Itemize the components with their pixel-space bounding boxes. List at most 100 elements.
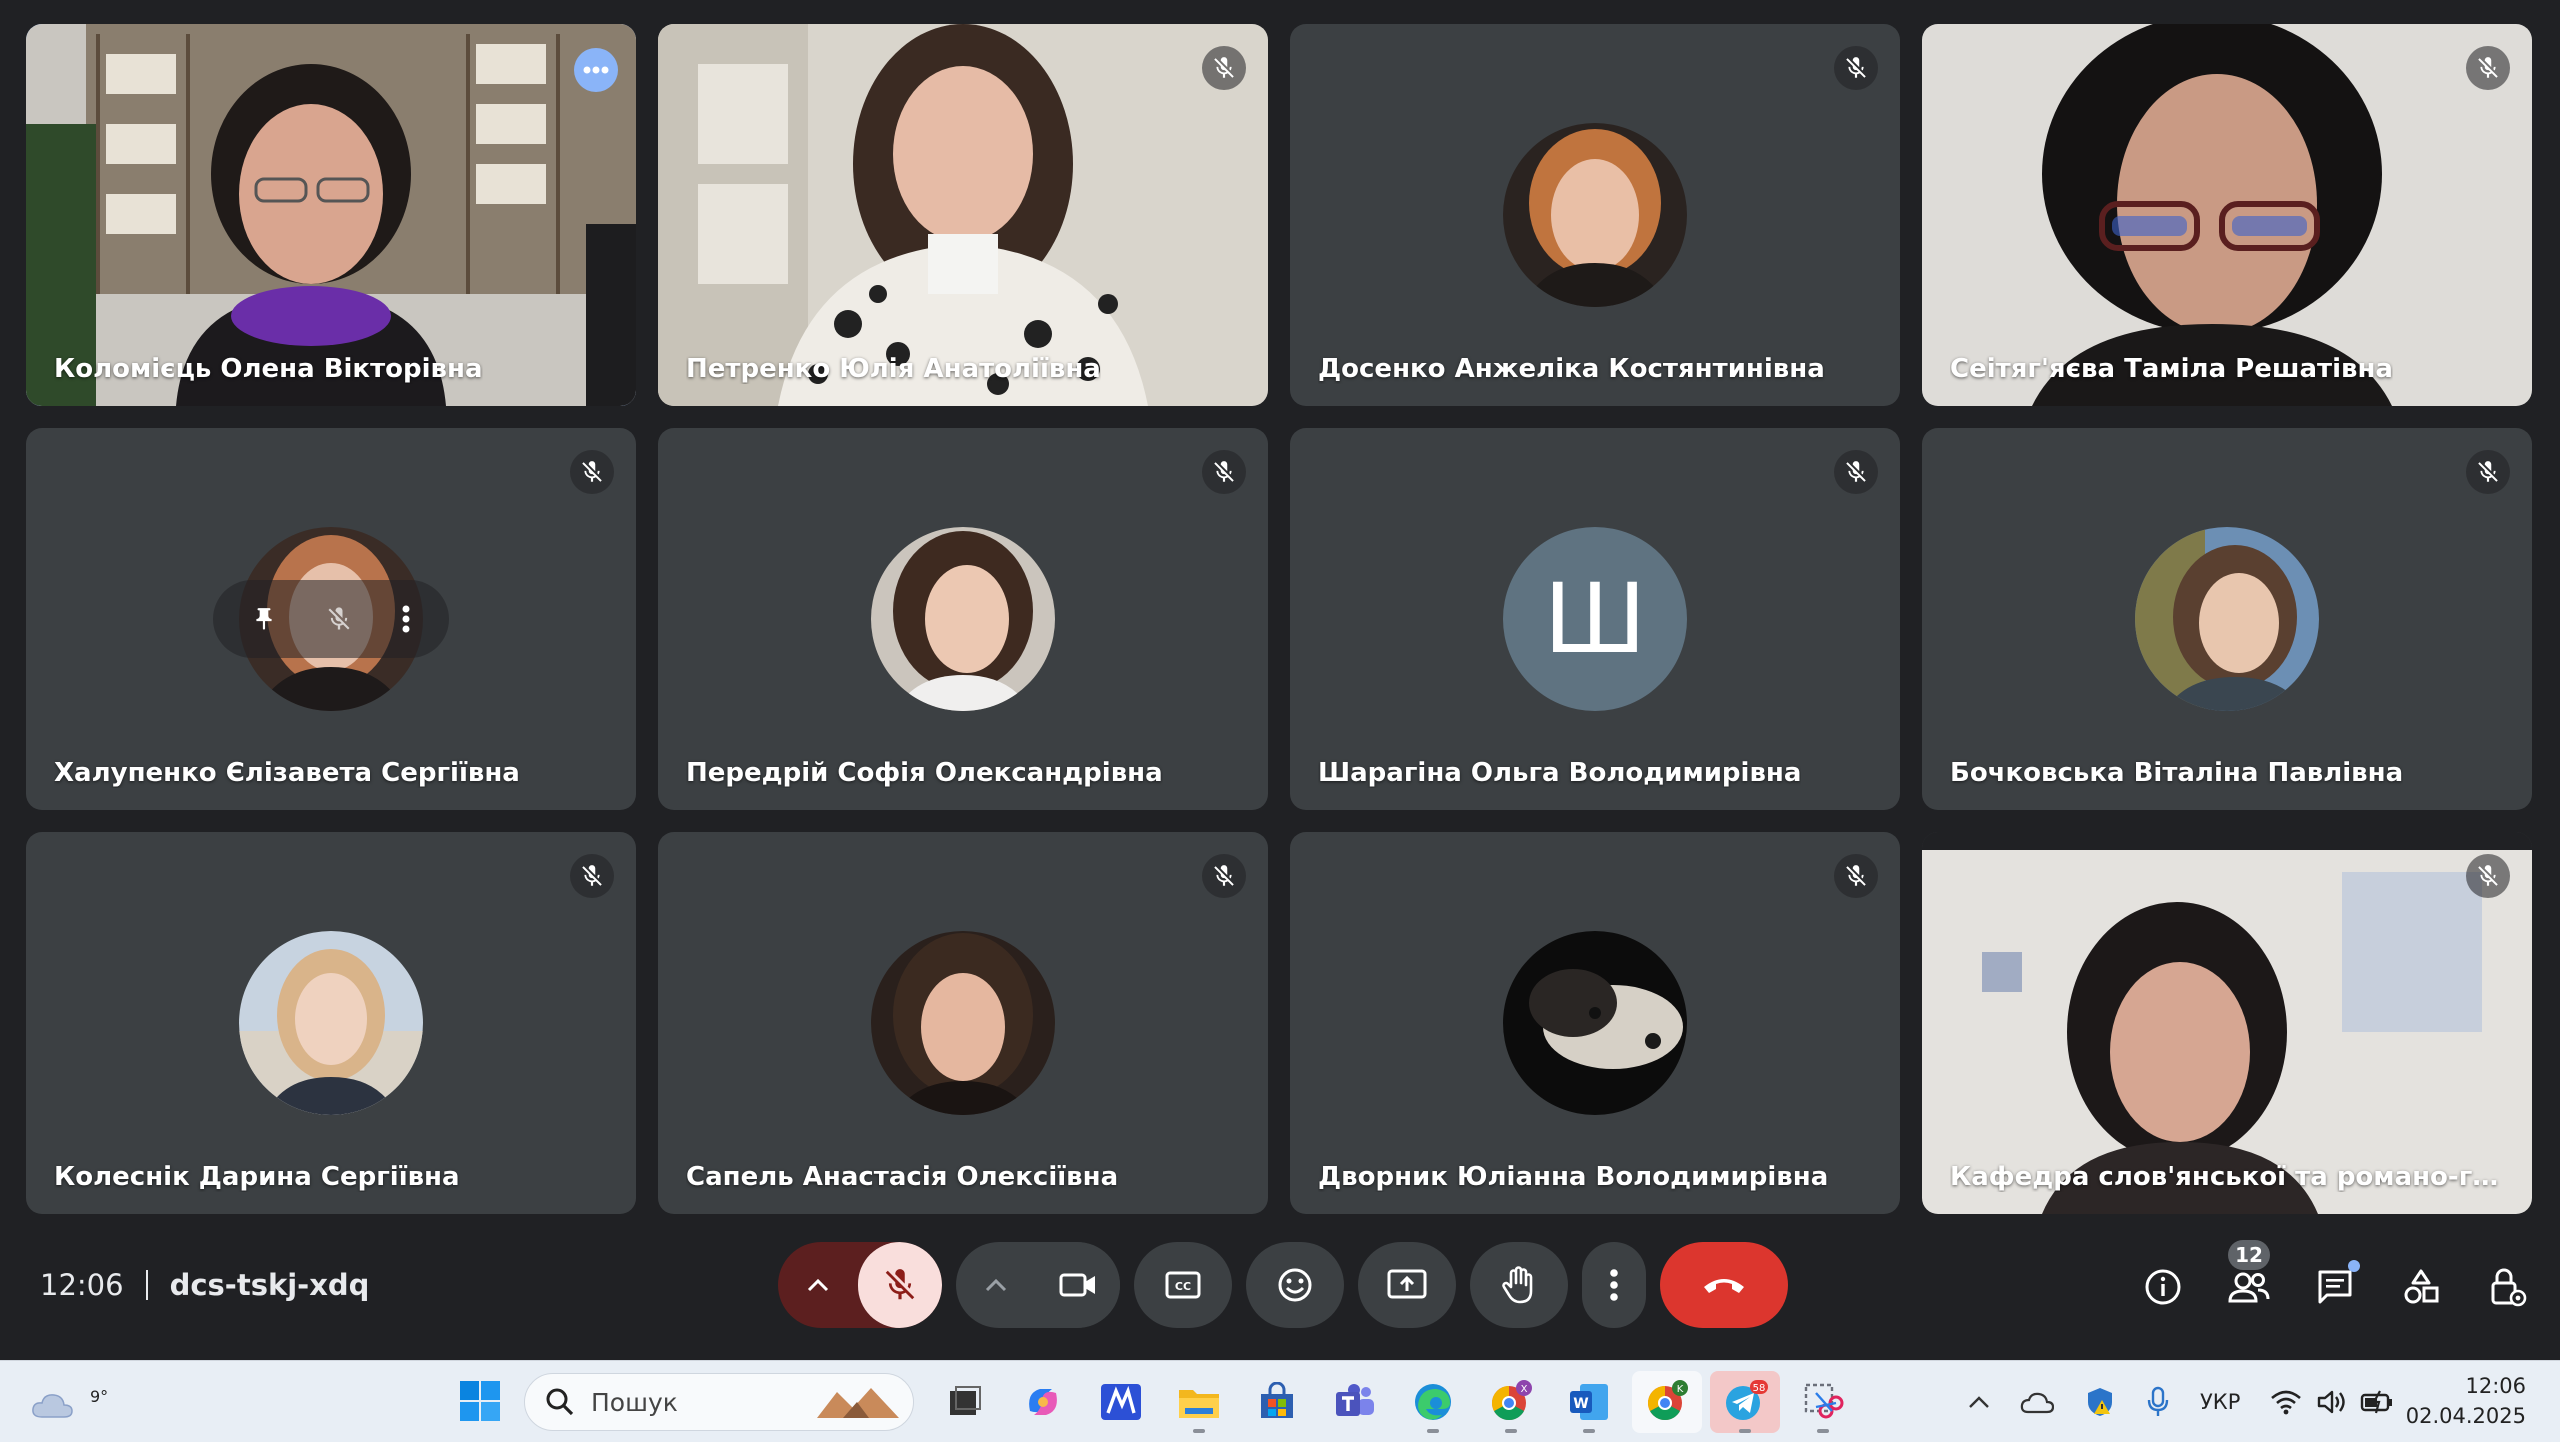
mic-off-icon (1846, 461, 1866, 482)
mic-off-icon (1214, 461, 1234, 482)
participant-name: Бочковська Віталіна Павлівна (1950, 758, 2404, 788)
muted-indicator (570, 854, 614, 898)
reactions-button[interactable] (1246, 1242, 1344, 1328)
task-view-icon (950, 1386, 981, 1415)
ms-store-app[interactable] (1242, 1371, 1312, 1433)
mic-off-icon (582, 865, 602, 886)
participant-tile[interactable]: Ш Шарагіна Ольга Володимирівна (1290, 428, 1900, 810)
participant-tile[interactable]: Колеснік Дарина Сергіївна (26, 832, 636, 1214)
participant-grid: Коломієць Олена Вікторівна Петренко Юлія… (26, 24, 2532, 1214)
captions-button[interactable]: CC (1134, 1242, 1232, 1328)
weather-temp: 9° (90, 1387, 109, 1406)
teams-app[interactable] (1320, 1371, 1390, 1433)
search-highlight-icon (817, 1388, 899, 1418)
search-icon (546, 1388, 574, 1416)
participant-tile[interactable]: Петренко Юлія Анатоліївна (658, 24, 1268, 406)
participant-name: Халупенко Єлізавета Сергіївна (54, 758, 520, 788)
chrome-app[interactable]: K (1632, 1371, 1702, 1433)
muted-indicator (1202, 450, 1246, 494)
system-tray: УКР (1968, 1381, 2394, 1423)
mic-off-icon (582, 461, 602, 482)
activities-button[interactable] (2378, 1244, 2464, 1330)
start-button[interactable] (458, 1379, 502, 1427)
defender-warning-icon[interactable] (2084, 1386, 2116, 1418)
mic-off-icon (1214, 865, 1234, 886)
search-placeholder: Пошук (591, 1387, 678, 1417)
activities-icon (2404, 1269, 2439, 1304)
video-options-button[interactable] (956, 1242, 1036, 1328)
copilot-app[interactable] (1008, 1371, 1078, 1433)
folder-icon (1179, 1390, 1219, 1418)
participant-avatar (1503, 931, 1687, 1115)
participant-tile[interactable]: Дворник Юліанна Володимирівна (1290, 832, 1900, 1214)
participant-name: Петренко Юлія Анатоліївна (686, 354, 1101, 384)
toggle-camera-button[interactable] (1036, 1242, 1120, 1328)
more-options-button[interactable] (574, 48, 618, 92)
participant-tile[interactable]: Кафедра слов'янської та романо-германсь.… (1922, 832, 2532, 1214)
pin-icon[interactable] (251, 604, 277, 634)
participant-avatar: Ш (1503, 527, 1687, 711)
svg-text:CC: CC (1175, 1280, 1191, 1293)
leave-call-button[interactable] (1660, 1242, 1788, 1328)
word-app[interactable]: W (1554, 1371, 1624, 1433)
telegram-app[interactable]: 58 (1710, 1371, 1780, 1433)
input-language[interactable]: УКР (2200, 1390, 2240, 1414)
participant-tile[interactable]: Досенко Анжеліка Костянтинівна (1290, 24, 1900, 406)
taskbar-search[interactable]: Пошук (524, 1373, 914, 1431)
audio-options-button[interactable] (778, 1242, 858, 1328)
present-screen-icon (1387, 1269, 1427, 1299)
divider (145, 1270, 148, 1300)
participant-name: Досенко Анжеліка Костянтинівна (1318, 354, 1825, 384)
participant-tile[interactable]: Халупенко Єлізавета Сергіївна (26, 428, 636, 810)
host-controls-button[interactable] (2464, 1244, 2550, 1330)
present-button[interactable] (1358, 1242, 1456, 1328)
taskbar-clock[interactable]: 12:06 02.04.2025 (2406, 1371, 2526, 1431)
unread-dot (2348, 1260, 2360, 1272)
mic-off-icon[interactable] (325, 605, 353, 633)
tile-hover-controls (213, 580, 449, 658)
word-icon: W (1570, 1384, 1608, 1420)
participant-avatar (2135, 527, 2319, 711)
participant-avatar (1503, 123, 1687, 307)
svg-text:X: X (1521, 1384, 1528, 1395)
more-vert-icon[interactable] (401, 604, 411, 634)
call-controls: CC (778, 1242, 1788, 1328)
closed-caption-icon: CC (1165, 1271, 1201, 1299)
participant-tile[interactable]: Коломієць Олена Вікторівна (26, 24, 636, 406)
participant-name: Кафедра слов'янської та романо-германсь.… (1950, 1162, 2510, 1192)
participant-tile[interactable]: Бочковська Віталіна Павлівна (1922, 428, 2532, 810)
meeting-time: 12:06 (40, 1268, 124, 1302)
more-options-button[interactable] (1582, 1242, 1646, 1328)
meeting-code: dcs-tskj-xdq (169, 1268, 370, 1302)
svg-text:W: W (1573, 1396, 1588, 1412)
volume-icon (2318, 1390, 2346, 1414)
chevron-up-icon[interactable] (1968, 1395, 1990, 1409)
weather-widget[interactable]: 9° (30, 1373, 108, 1429)
participant-tile[interactable]: Передрій Софія Олександрівна (658, 428, 1268, 810)
file-explorer-app[interactable] (1164, 1371, 1234, 1433)
participant-name: Колеснік Дарина Сергіївна (54, 1162, 460, 1192)
toggle-mic-button[interactable] (858, 1242, 942, 1328)
people-button[interactable]: 12 (2206, 1240, 2292, 1330)
raise-hand-button[interactable] (1470, 1242, 1568, 1328)
call-end-icon (1704, 1279, 1744, 1293)
copilot-icon (1029, 1389, 1057, 1415)
chrome-icon: X (1492, 1380, 1532, 1420)
task-view-app[interactable] (930, 1371, 1000, 1433)
edge-app[interactable] (1398, 1371, 1468, 1433)
chevron-up-icon (807, 1278, 829, 1292)
snipping-tool-app[interactable] (1788, 1371, 1858, 1433)
quick-settings[interactable] (2270, 1389, 2394, 1415)
microphone-tray-icon[interactable] (2146, 1386, 2170, 1418)
telegram-badge: 58 (1753, 1383, 1766, 1394)
chrome-profile-app[interactable]: X (1476, 1371, 1546, 1433)
meeting-details-button[interactable] (2120, 1244, 2206, 1330)
onedrive-icon[interactable] (2020, 1390, 2054, 1414)
participant-tile[interactable]: Сапель Анастасія Олексіївна (658, 832, 1268, 1214)
participant-tile[interactable]: Сеітяг'яєва Таміла Решатівна (1922, 24, 2532, 406)
clock-date: 02.04.2025 (2405, 1404, 2526, 1428)
mic-off-icon (2478, 865, 2498, 886)
chat-button[interactable] (2292, 1244, 2378, 1330)
chrome-icon: K (1648, 1380, 1688, 1420)
mathway-app[interactable] (1086, 1371, 1156, 1433)
